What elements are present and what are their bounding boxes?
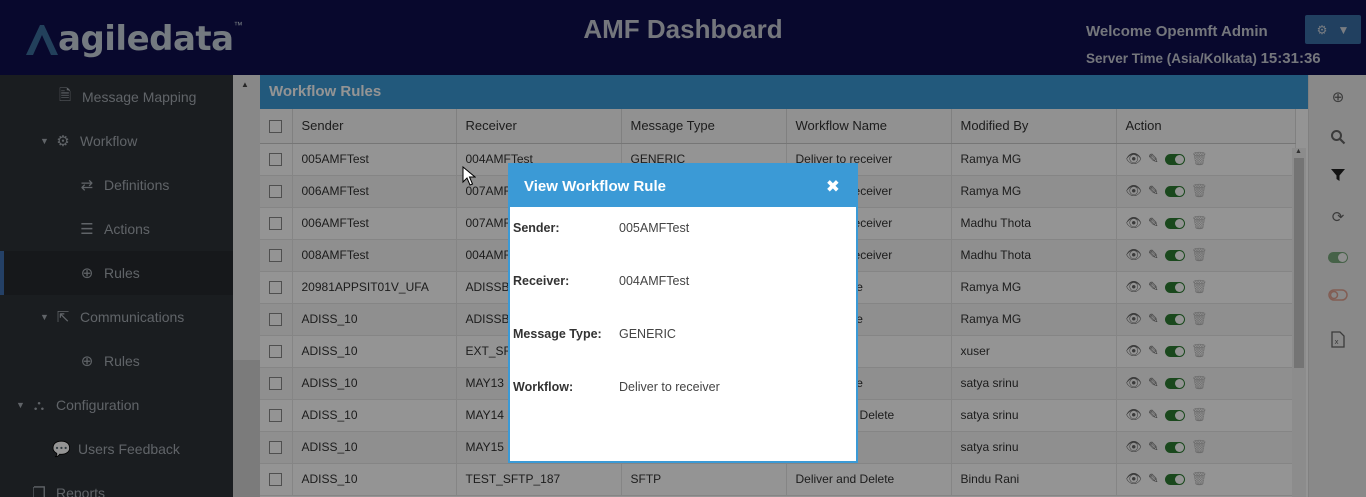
- receiver-value: 004AMFTest: [619, 274, 690, 288]
- view-workflow-rule-modal: View Workflow Rule ✖ Sender: 005AMFTest …: [508, 163, 858, 463]
- modal-header: View Workflow Rule ✖: [510, 165, 856, 207]
- close-icon[interactable]: ✖: [826, 177, 840, 197]
- message-type-value: GENERIC: [619, 327, 676, 341]
- workflow-label: Workflow:: [513, 380, 574, 394]
- message-type-label: Message Type:: [513, 327, 602, 341]
- sender-value: 005AMFTest: [619, 221, 690, 235]
- modal-title: View Workflow Rule: [524, 178, 666, 195]
- sender-label: Sender:: [513, 221, 560, 235]
- receiver-label: Receiver:: [513, 274, 570, 288]
- mouse-cursor-icon: [462, 166, 476, 186]
- workflow-value: Deliver to receiver: [619, 380, 720, 394]
